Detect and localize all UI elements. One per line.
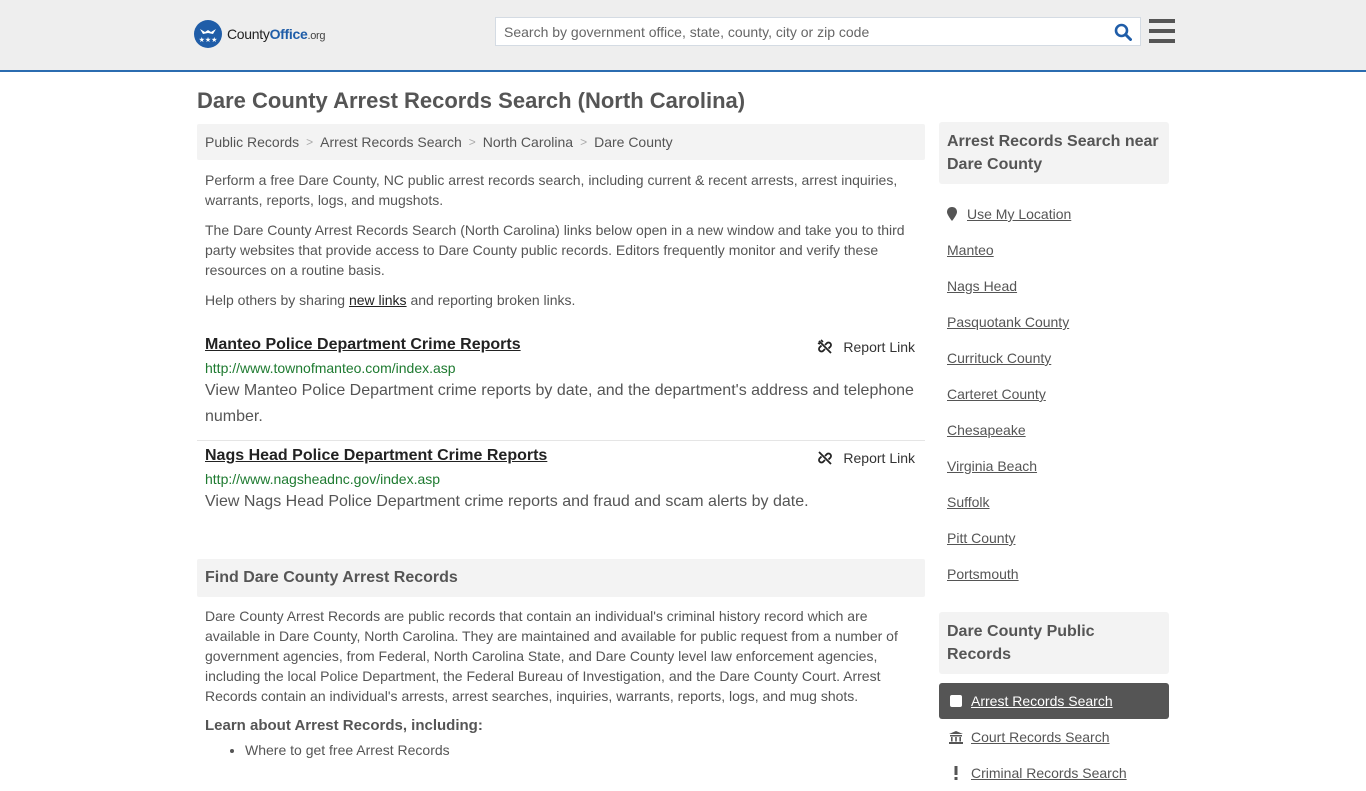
- breadcrumb-dare-county[interactable]: Dare County: [594, 134, 673, 150]
- broken-link-icon: [818, 451, 833, 465]
- breadcrumb-public-records[interactable]: Public Records: [205, 134, 299, 150]
- nearby-link[interactable]: Pasquotank County: [947, 314, 1069, 330]
- map-pin-icon: [947, 207, 957, 221]
- nearby-link[interactable]: Carteret County: [947, 386, 1046, 402]
- report-link-button[interactable]: Report Link: [817, 450, 915, 466]
- nearby-link[interactable]: Manteo: [947, 242, 994, 258]
- intro-paragraph: The Dare County Arrest Records Search (N…: [205, 222, 905, 278]
- nearby-link[interactable]: Chesapeake: [947, 422, 1026, 438]
- nearby-list: Use My Location Manteo Nags Head Pasquot…: [939, 196, 1169, 592]
- new-links-link[interactable]: new links: [349, 292, 407, 308]
- nearby-item: Nags Head: [939, 268, 1169, 304]
- sidebar-records-heading: Dare County Public Records: [939, 612, 1169, 674]
- nearby-item: Pasquotank County: [939, 304, 1169, 340]
- nearby-item: Suffolk: [939, 484, 1169, 520]
- help-text: Help others by sharing new links and rep…: [205, 292, 576, 308]
- records-item-arrest[interactable]: Arrest Records Search: [939, 683, 1169, 719]
- records-link[interactable]: Criminal Records Search: [971, 765, 1127, 781]
- find-section: Find Dare County Arrest Records Dare Cou…: [197, 559, 925, 758]
- nearby-item: Pitt County: [939, 520, 1169, 556]
- intro-paragraph: Perform a free Dare County, NC public ar…: [205, 172, 898, 208]
- section-heading: Find Dare County Arrest Records: [197, 559, 925, 597]
- search-button[interactable]: [1106, 18, 1140, 45]
- search-icon: [1114, 23, 1132, 41]
- use-my-location-link[interactable]: Use My Location: [967, 206, 1071, 222]
- learn-list: Where to get free Arrest Records: [205, 742, 917, 758]
- broken-link-icon: [818, 339, 833, 354]
- page-title: Dare County Arrest Records Search (North…: [197, 88, 746, 113]
- nearby-item: Chesapeake: [939, 412, 1169, 448]
- records-item-court[interactable]: Court Records Search: [939, 719, 1169, 755]
- main-content: Public Records > Arrest Records Search >…: [197, 124, 925, 758]
- top-bar: ★★★ CountyOffice.org: [0, 0, 1366, 72]
- nearby-link[interactable]: Pitt County: [947, 530, 1015, 546]
- link-item: Nags Head Police Department Crime Report…: [197, 440, 925, 525]
- nearby-link[interactable]: Virginia Beach: [947, 458, 1037, 474]
- records-list: Arrest Records Search Court Records Sear…: [939, 683, 1169, 791]
- records-item-criminal[interactable]: Criminal Records Search: [939, 755, 1169, 791]
- learn-heading: Learn about Arrest Records, including:: [205, 717, 483, 734]
- section-paragraph: Dare County Arrest Records are public re…: [205, 608, 898, 704]
- intro: Perform a free Dare County, NC public ar…: [197, 170, 925, 310]
- nearby-link[interactable]: Suffolk: [947, 494, 990, 510]
- sidebar: Arrest Records Search near Dare County U…: [939, 122, 1169, 791]
- nearby-link[interactable]: Portsmouth: [947, 566, 1019, 582]
- sidebar-nearby-heading: Arrest Records Search near Dare County: [939, 122, 1169, 184]
- link-description: View Nags Head Police Department crime r…: [205, 493, 809, 510]
- nearby-item: Currituck County: [939, 340, 1169, 376]
- breadcrumb-arrest-records-search[interactable]: Arrest Records Search: [320, 134, 462, 150]
- logo-text: CountyOffice.org: [227, 26, 326, 42]
- records-link[interactable]: Arrest Records Search: [971, 693, 1113, 709]
- hamburger-menu-icon[interactable]: [1149, 19, 1175, 43]
- site-logo[interactable]: ★★★ CountyOffice.org: [194, 20, 326, 48]
- use-location-item: Use My Location: [939, 196, 1169, 232]
- breadcrumb-separator: >: [306, 135, 314, 149]
- nearby-item: Virginia Beach: [939, 448, 1169, 484]
- courthouse-icon: [949, 730, 963, 744]
- link-title[interactable]: Manteo Police Department Crime Reports: [205, 336, 521, 354]
- svg-text:★★★: ★★★: [199, 36, 218, 44]
- nearby-item: Manteo: [939, 232, 1169, 268]
- links-list: Manteo Police Department Crime Reports R…: [197, 330, 925, 525]
- square-icon: [949, 695, 963, 707]
- link-title[interactable]: Nags Head Police Department Crime Report…: [205, 447, 547, 465]
- breadcrumb: Public Records > Arrest Records Search >…: [197, 124, 925, 160]
- nearby-link[interactable]: Currituck County: [947, 350, 1051, 366]
- link-url: http://www.nagsheadnc.gov/index.asp: [205, 471, 441, 487]
- search-input[interactable]: [496, 18, 1106, 45]
- exclamation-icon: [949, 766, 963, 780]
- records-link[interactable]: Court Records Search: [971, 729, 1110, 745]
- nearby-item: Carteret County: [939, 376, 1169, 412]
- link-url: http://www.townofmanteo.com/index.asp: [205, 360, 456, 376]
- report-link-button[interactable]: Report Link: [817, 339, 915, 355]
- breadcrumb-north-carolina[interactable]: North Carolina: [483, 134, 573, 150]
- link-item: Manteo Police Department Crime Reports R…: [197, 330, 925, 440]
- breadcrumb-separator: >: [468, 135, 476, 149]
- link-description: View Manteo Police Department crime repo…: [205, 382, 914, 425]
- nearby-item: Portsmouth: [939, 556, 1169, 592]
- eagle-logo-icon: ★★★: [194, 20, 222, 48]
- search-bar: [495, 17, 1141, 46]
- learn-list-item: Where to get free Arrest Records: [245, 742, 917, 758]
- nearby-link[interactable]: Nags Head: [947, 278, 1017, 294]
- breadcrumb-separator: >: [580, 135, 588, 149]
